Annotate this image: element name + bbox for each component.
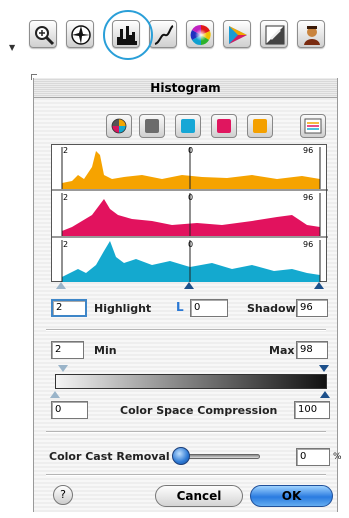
yellow-mid-label: 0	[188, 146, 194, 155]
channel-all-button[interactable]	[106, 114, 132, 138]
compression-right-handle[interactable]	[320, 391, 330, 398]
min-slider-handle[interactable]	[58, 365, 68, 372]
channel-black-button[interactable]	[139, 114, 165, 138]
shadow-slider-handle[interactable]	[314, 282, 324, 289]
help-icon: ?	[60, 488, 66, 501]
compression-right-input[interactable]: 100	[294, 401, 330, 419]
min-label: Min	[94, 344, 117, 357]
histogram-display[interactable]: 2 0 96 2 0 96 2 0 96	[51, 144, 328, 282]
channel-cyan-button[interactable]	[175, 114, 201, 138]
eyedropper-icon[interactable]	[260, 20, 288, 48]
cast-removal-label: Color Cast Removal	[49, 450, 170, 463]
magenta-mid-label: 0	[188, 193, 194, 202]
midtone-input[interactable]: 0	[190, 299, 228, 317]
active-tool-ring	[103, 10, 153, 60]
saturation-icon[interactable]	[223, 20, 251, 48]
palette-menu-arrow-icon[interactable]: ▼	[9, 43, 15, 52]
compression-label: Color Space Compression	[120, 404, 278, 417]
cyan-swatch	[181, 119, 195, 133]
midtone-label: L	[176, 300, 184, 314]
tool-palette: ▼	[0, 0, 349, 66]
yellow-right-label: 96	[303, 146, 314, 155]
magnifier-icon[interactable]	[29, 20, 57, 48]
max-input[interactable]: 98	[296, 341, 328, 359]
color-wheel-icon[interactable]	[186, 20, 214, 48]
separator	[46, 329, 326, 331]
highlight-label: Highlight	[94, 302, 152, 315]
tone-gradient-bar	[55, 374, 327, 389]
magenta-swatch	[217, 119, 231, 133]
magenta-right-label: 96	[303, 193, 314, 202]
portrait-icon[interactable]	[297, 20, 325, 48]
cast-removal-input[interactable]: 0	[296, 448, 330, 466]
cyan-mid-label: 0	[188, 240, 194, 249]
highlight-slider-handle[interactable]	[56, 282, 66, 289]
yellow-left-label: 2	[63, 146, 69, 155]
ok-button[interactable]: OK	[250, 485, 333, 507]
separator	[46, 431, 326, 433]
yellow-swatch	[253, 119, 267, 133]
channel-magenta-button[interactable]	[211, 114, 237, 138]
cancel-button[interactable]: Cancel	[155, 485, 243, 507]
separator	[46, 474, 326, 476]
shadow-label: Shadow	[247, 302, 296, 315]
cyan-right-label: 96	[303, 240, 314, 249]
compression-left-handle[interactable]	[50, 391, 60, 398]
channel-yellow-button[interactable]	[247, 114, 273, 138]
histogram-dialog: Histogram 2 0 96 2 0 96 2 0 96 2 Highlig…	[31, 74, 342, 512]
dialog-title[interactable]: Histogram	[34, 78, 337, 98]
shadow-input[interactable]: 96	[296, 299, 328, 317]
max-label: Max	[269, 344, 295, 357]
cyan-left-label: 2	[63, 240, 69, 249]
max-slider-handle[interactable]	[319, 365, 329, 372]
channel-options-button[interactable]	[300, 114, 326, 138]
min-input[interactable]: 2	[51, 341, 84, 359]
curves-icon[interactable]	[149, 20, 177, 48]
black-swatch	[145, 119, 159, 133]
aperture-icon[interactable]	[66, 20, 94, 48]
midtone-slider-handle[interactable]	[184, 282, 194, 289]
compression-left-input[interactable]: 0	[51, 401, 88, 419]
highlight-input[interactable]: 2	[51, 299, 87, 317]
cast-removal-slider-knob[interactable]	[172, 447, 190, 465]
help-button[interactable]: ?	[53, 485, 73, 505]
percent-label: %	[333, 452, 342, 462]
magenta-left-label: 2	[63, 193, 69, 202]
